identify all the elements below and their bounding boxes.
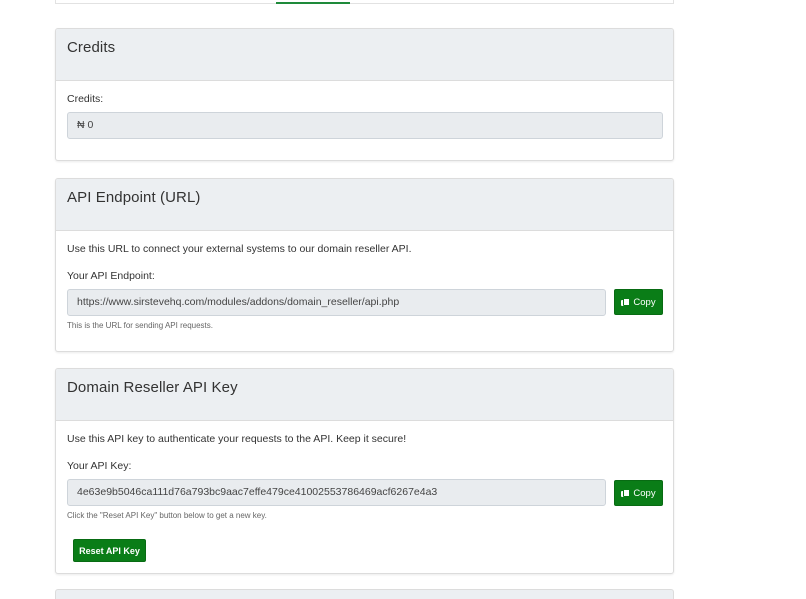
reset-api-key-button[interactable]: Reset API Key (73, 539, 146, 562)
api-key-card-header: Domain Reseller API Key (56, 369, 673, 421)
api-key-card: Domain Reseller API Key Use this API key… (55, 368, 674, 574)
api-endpoint-field[interactable]: https://www.sirstevehq.com/modules/addon… (67, 289, 606, 316)
credits-card-title: Credits (67, 39, 116, 56)
api-endpoint-label: Your API Endpoint: (67, 270, 155, 282)
api-endpoint-help: This is the URL for sending API requests… (67, 321, 213, 330)
api-key-label: Your API Key: (67, 460, 132, 472)
credits-label: Credits: (67, 93, 104, 105)
api-key-help: Click the "Reset API Key" button below t… (67, 511, 267, 520)
api-endpoint-description: Use this URL to connect your external sy… (67, 243, 412, 255)
previous-card-bottom (55, 0, 674, 4)
api-endpoint-card-title: API Endpoint (URL) (67, 189, 201, 206)
copy-icon (621, 297, 631, 307)
credits-card-header: Credits (56, 29, 673, 81)
copy-endpoint-button[interactable]: Copy (614, 289, 663, 315)
next-card-top (55, 589, 674, 599)
copy-endpoint-label: Copy (633, 296, 656, 308)
copy-api-key-button[interactable]: Copy (614, 480, 663, 506)
copy-api-key-label: Copy (633, 487, 656, 499)
api-key-field[interactable]: 4e63e9b5046ca111d76a793bc9aac7effe479ce4… (67, 479, 606, 506)
active-tab-indicator (276, 2, 350, 4)
api-endpoint-card: API Endpoint (URL) Use this URL to conne… (55, 178, 674, 352)
api-key-description: Use this API key to authenticate your re… (67, 433, 407, 445)
credits-card: Credits Credits: ₦ 0 (55, 28, 674, 161)
api-endpoint-card-header: API Endpoint (URL) (56, 179, 673, 231)
api-key-card-title: Domain Reseller API Key (67, 379, 238, 396)
credits-value-field[interactable]: ₦ 0 (67, 112, 663, 139)
copy-icon (621, 488, 631, 498)
